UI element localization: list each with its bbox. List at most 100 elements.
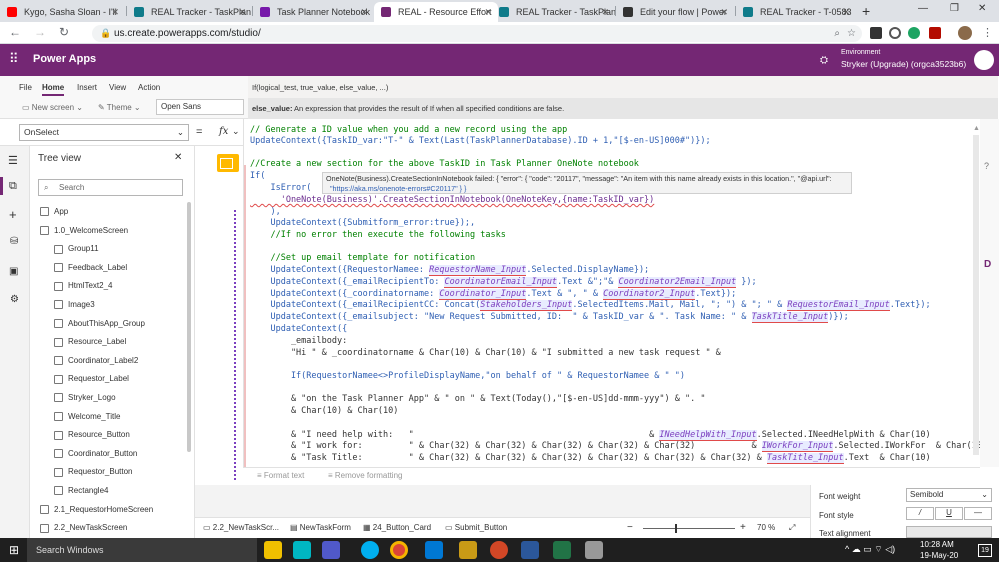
- advanced-tools-icon[interactable]: ⚙: [10, 294, 19, 305]
- browser-tab-5[interactable]: REAL Tracker - TaskPlan ✕: [492, 2, 615, 22]
- app-icon[interactable]: [459, 541, 477, 559]
- outlook-icon[interactable]: [425, 541, 443, 559]
- address-bar[interactable]: 🔒 us.create.powerapps.com/studio/ ⌕ ☆: [92, 25, 862, 42]
- extension-icon[interactable]: [870, 27, 882, 39]
- tree-item[interactable]: App: [30, 203, 68, 221]
- notification-badge[interactable]: 19: [978, 544, 992, 557]
- close-tab-icon[interactable]: ✕: [601, 2, 609, 22]
- minimize-icon[interactable]: —: [918, 3, 928, 14]
- browser-menu-icon[interactable]: ⋮: [982, 26, 993, 39]
- close-tab-icon[interactable]: ✕: [360, 2, 368, 22]
- menu-action[interactable]: Action: [138, 82, 160, 94]
- underline-toggle[interactable]: U: [935, 507, 963, 520]
- browser-tab-6[interactable]: Edit your flow | Power ✕: [616, 2, 734, 22]
- zoom-icon[interactable]: ⌕: [834, 25, 840, 42]
- browser-tab-4-active[interactable]: REAL - Resource Effort ✕: [374, 2, 498, 22]
- menu-file[interactable]: File: [19, 82, 32, 94]
- tree-item[interactable]: Resource_Label: [30, 333, 126, 351]
- menu-insert[interactable]: Insert: [77, 82, 97, 94]
- tree-scrollbar[interactable]: [187, 202, 191, 452]
- menu-home[interactable]: Home: [42, 82, 65, 96]
- tree-item[interactable]: Group11: [30, 240, 99, 258]
- browser-tab-7[interactable]: REAL Tracker - T-0583 ✕: [736, 2, 856, 22]
- zoom-in-button[interactable]: +: [740, 522, 746, 534]
- tree-item[interactable]: 2.1_RequestorHomeScreen: [30, 501, 153, 519]
- property-icon[interactable]: D: [984, 259, 991, 270]
- insert-icon[interactable]: +: [9, 207, 17, 222]
- tree-item[interactable]: Requestor_Label: [30, 370, 129, 388]
- hamburger-menu-icon[interactable]: ☰: [8, 154, 18, 167]
- system-tray-icons[interactable]: ^ ☁ ▭ ⌔ ◁): [845, 544, 895, 555]
- zoom-value[interactable]: 70 %: [757, 522, 775, 534]
- tree-item[interactable]: 2.2_NewTaskScreen: [30, 519, 127, 537]
- close-panel-icon[interactable]: ✕: [174, 152, 182, 163]
- environment-name[interactable]: Stryker (Upgrade) (orgca3523b6): [841, 59, 966, 69]
- close-tab-icon[interactable]: ✕: [238, 2, 246, 22]
- close-tab-icon[interactable]: ✕: [842, 2, 850, 22]
- tree-search-input[interactable]: ⌕ Search: [38, 179, 183, 196]
- pdf-extension-icon[interactable]: [929, 27, 941, 39]
- tree-item[interactable]: Feedback_Label: [30, 259, 127, 277]
- fx-chevron-icon[interactable]: ⌄: [232, 126, 240, 137]
- maximize-icon[interactable]: ❐: [950, 3, 959, 14]
- reload-icon[interactable]: ↻: [59, 25, 69, 39]
- tree-item[interactable]: Welcome_Title: [30, 408, 120, 426]
- windows-start-icon[interactable]: ⊞: [9, 543, 19, 557]
- skype-icon[interactable]: [361, 541, 379, 559]
- tree-item[interactable]: Requestor_Button: [30, 463, 133, 481]
- tree-item[interactable]: Coordinator_Button: [30, 445, 137, 463]
- zoom-slider[interactable]: [643, 528, 735, 529]
- excel-icon[interactable]: [553, 541, 571, 559]
- help-icon[interactable]: ?: [984, 161, 989, 171]
- tree-item[interactable]: Image3: [30, 296, 95, 314]
- error-link[interactable]: "https://aka.ms/onenote-errors#C20117" }…: [326, 184, 848, 194]
- tree-item[interactable]: Rectangle4: [30, 482, 108, 500]
- calendar-app-icon[interactable]: [293, 541, 311, 559]
- grammarly-icon[interactable]: [908, 27, 920, 39]
- teams-icon[interactable]: [322, 541, 340, 559]
- file-explorer-icon[interactable]: [264, 541, 282, 559]
- tree-item[interactable]: Stryker_Logo: [30, 389, 116, 407]
- bookmark-star-icon[interactable]: ☆: [847, 25, 856, 42]
- format-text-button[interactable]: ≡ Format text: [257, 471, 304, 480]
- forward-icon[interactable]: →: [34, 25, 46, 39]
- breadcrumb-button[interactable]: ▭ Submit_Button: [445, 522, 507, 534]
- italic-toggle[interactable]: /: [906, 507, 934, 520]
- profile-avatar[interactable]: [958, 26, 972, 40]
- chrome-icon[interactable]: [390, 541, 408, 559]
- word-icon[interactable]: [521, 541, 539, 559]
- taskbar-search[interactable]: Search Windows: [27, 538, 257, 562]
- tree-item[interactable]: 1.0_WelcomeScreen: [30, 222, 128, 240]
- browser-tab-2[interactable]: REAL Tracker - TaskPlan ✕: [127, 2, 252, 22]
- tree-item[interactable]: Coordinator_Label2: [30, 352, 138, 370]
- powerpoint-icon[interactable]: [490, 541, 508, 559]
- new-screen-button[interactable]: ▭ New screen ⌄: [22, 102, 83, 114]
- window-close-icon[interactable]: ✕: [978, 3, 986, 14]
- clock-time[interactable]: 10:28 AM: [920, 540, 954, 549]
- clock-date[interactable]: 19-May-20: [920, 551, 958, 560]
- breadcrumb-form[interactable]: ▤ NewTaskForm: [290, 522, 351, 534]
- font-select[interactable]: Open Sans: [156, 99, 244, 115]
- app-icon[interactable]: [585, 541, 603, 559]
- scroll-up-icon[interactable]: ▲: [973, 125, 980, 132]
- media-icon[interactable]: ▣: [9, 266, 18, 277]
- theme-button[interactable]: ✎ Theme ⌄: [98, 102, 141, 114]
- font-weight-dropdown[interactable]: Semibold ⌄: [906, 488, 992, 502]
- browser-tab-3[interactable]: Task Planner Notebook ✕: [253, 2, 374, 22]
- close-tab-icon[interactable]: ✕: [484, 2, 492, 22]
- tree-item[interactable]: Resource_Button: [30, 426, 130, 444]
- breadcrumb-card[interactable]: ▦ 24_Button_Card: [363, 522, 431, 534]
- back-icon[interactable]: ←: [9, 25, 21, 39]
- extension-icon[interactable]: [889, 27, 901, 39]
- app-launcher-icon[interactable]: ⠿: [9, 52, 19, 66]
- remove-formatting-button[interactable]: ≡ Remove formatting: [328, 471, 402, 480]
- strikethrough-toggle[interactable]: —: [964, 507, 992, 520]
- data-icon[interactable]: ⛁: [10, 236, 18, 247]
- tree-item[interactable]: AboutThisApp_Group: [30, 315, 145, 333]
- close-tab-icon[interactable]: ✕: [111, 2, 119, 22]
- fit-to-window-icon[interactable]: ⤢: [789, 522, 795, 534]
- tree-item[interactable]: HtmlText2_4: [30, 277, 112, 295]
- user-avatar[interactable]: [974, 50, 994, 70]
- browser-tab-1[interactable]: Kygo, Sasha Sloan - I'll ✕: [0, 2, 125, 22]
- zoom-slider-thumb[interactable]: [675, 524, 677, 533]
